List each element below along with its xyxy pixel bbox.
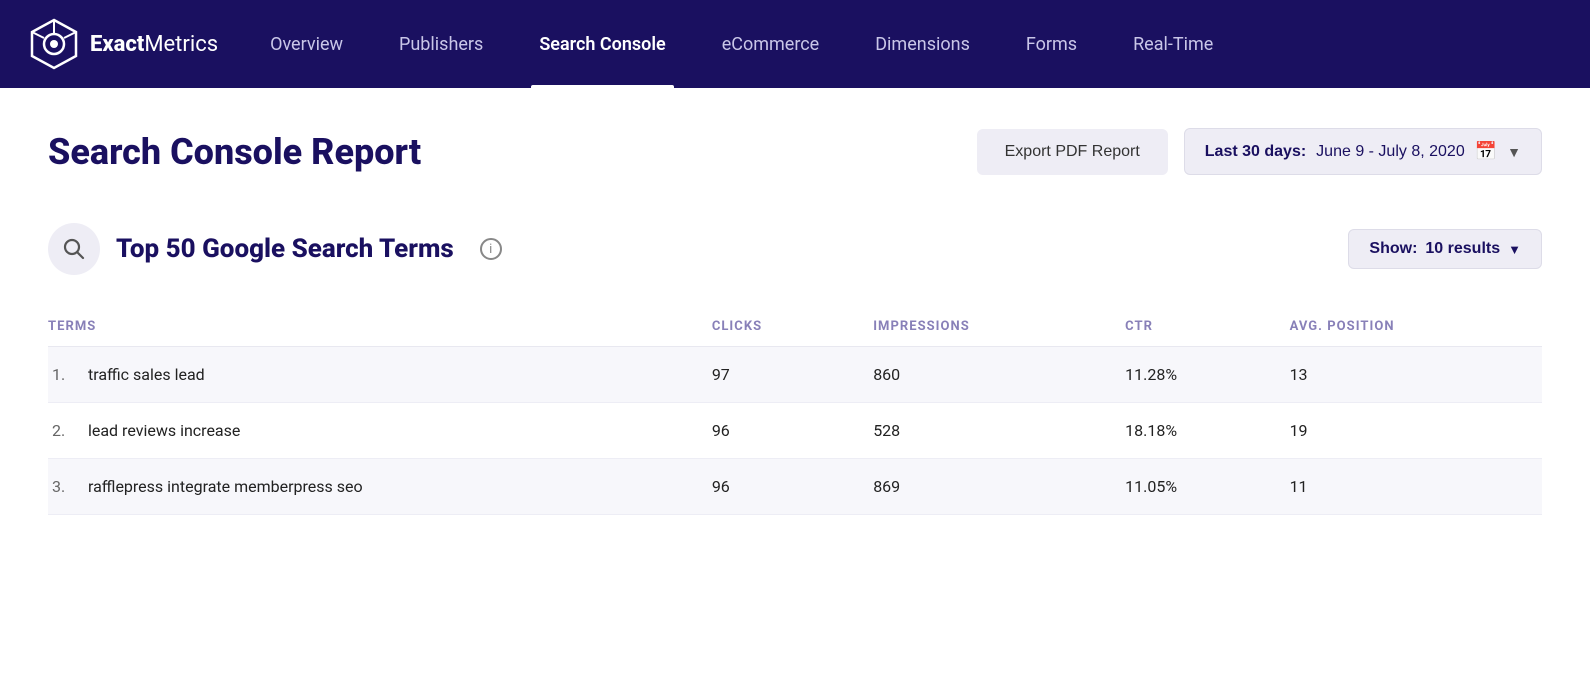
term-text: traffic sales lead: [88, 365, 205, 384]
export-pdf-button[interactable]: Export PDF Report: [977, 129, 1168, 175]
col-header-clicks: CLICKS: [696, 307, 857, 347]
col-header-impressions: IMPRESSIONS: [857, 307, 1109, 347]
logo[interactable]: ExactMetrics: [28, 18, 218, 70]
table-body: 1. traffic sales lead 97 860 11.28% 13 2…: [48, 347, 1542, 515]
section-header: Top 50 Google Search Terms i Show: 10 re…: [48, 223, 1542, 275]
cell-avg-position: 11: [1274, 459, 1542, 515]
cell-term: 1. traffic sales lead: [48, 347, 696, 403]
table-row: 1. traffic sales lead 97 860 11.28% 13: [48, 347, 1542, 403]
cell-term: 3. rafflepress integrate memberpress seo: [48, 459, 696, 515]
row-number: 3.: [52, 477, 84, 496]
term-text: lead reviews increase: [88, 421, 240, 440]
nav-item-real-time[interactable]: Real-Time: [1105, 0, 1241, 88]
nav-item-overview[interactable]: Overview: [242, 0, 371, 88]
nav-item-ecommerce[interactable]: eCommerce: [694, 0, 848, 88]
date-range-label: Last 30 days:: [1205, 143, 1306, 161]
main-content: Search Console Report Export PDF Report …: [0, 88, 1590, 699]
nav-item-publishers[interactable]: Publishers: [371, 0, 511, 88]
row-number: 1.: [52, 365, 84, 384]
page-header: Search Console Report Export PDF Report …: [48, 128, 1542, 175]
navbar: ExactMetrics Overview Publishers Search …: [0, 0, 1590, 88]
date-range-button[interactable]: Last 30 days: June 9 - July 8, 2020 📅 ▼: [1184, 128, 1542, 175]
show-label: Show:: [1369, 240, 1417, 258]
cell-ctr: 11.28%: [1109, 347, 1273, 403]
cell-impressions: 869: [857, 459, 1109, 515]
cell-clicks: 96: [696, 403, 857, 459]
show-value: 10 results: [1425, 240, 1500, 258]
cell-clicks: 97: [696, 347, 857, 403]
cell-ctr: 11.05%: [1109, 459, 1273, 515]
show-results-button[interactable]: Show: 10 results ▼: [1348, 229, 1542, 269]
info-icon[interactable]: i: [480, 238, 502, 260]
chevron-down-icon: ▼: [1508, 242, 1521, 257]
cell-avg-position: 19: [1274, 403, 1542, 459]
calendar-icon: 📅: [1475, 141, 1497, 162]
cell-impressions: 860: [857, 347, 1109, 403]
row-number: 2.: [52, 421, 84, 440]
cell-avg-position: 13: [1274, 347, 1542, 403]
cell-impressions: 528: [857, 403, 1109, 459]
date-range-value: June 9 - July 8, 2020: [1316, 143, 1465, 161]
logo-text: ExactMetrics: [90, 32, 218, 57]
logo-icon: [28, 18, 80, 70]
section-title-area: Top 50 Google Search Terms i: [48, 223, 502, 275]
section-title: Top 50 Google Search Terms: [116, 234, 454, 264]
col-header-ctr: CTR: [1109, 307, 1273, 347]
search-icon-circle: [48, 223, 100, 275]
term-text: rafflepress integrate memberpress seo: [88, 477, 363, 496]
table-row: 3. rafflepress integrate memberpress seo…: [48, 459, 1542, 515]
page-title: Search Console Report: [48, 131, 421, 173]
col-header-avg-position: AVG. POSITION: [1274, 307, 1542, 347]
nav-item-forms[interactable]: Forms: [998, 0, 1105, 88]
cell-clicks: 96: [696, 459, 857, 515]
header-actions: Export PDF Report Last 30 days: June 9 -…: [977, 128, 1542, 175]
table-row: 2. lead reviews increase 96 528 18.18% 1…: [48, 403, 1542, 459]
cell-term: 2. lead reviews increase: [48, 403, 696, 459]
table-header: TERMS CLICKS IMPRESSIONS CTR AVG. POSITI…: [48, 307, 1542, 347]
col-header-terms: TERMS: [48, 307, 696, 347]
search-terms-table: TERMS CLICKS IMPRESSIONS CTR AVG. POSITI…: [48, 307, 1542, 515]
nav-item-dimensions[interactable]: Dimensions: [847, 0, 998, 88]
nav-menu: Overview Publishers Search Console eComm…: [242, 0, 1241, 88]
nav-item-search-console[interactable]: Search Console: [511, 0, 693, 88]
chevron-down-icon: ▼: [1507, 144, 1521, 160]
cell-ctr: 18.18%: [1109, 403, 1273, 459]
search-icon: [63, 238, 85, 260]
